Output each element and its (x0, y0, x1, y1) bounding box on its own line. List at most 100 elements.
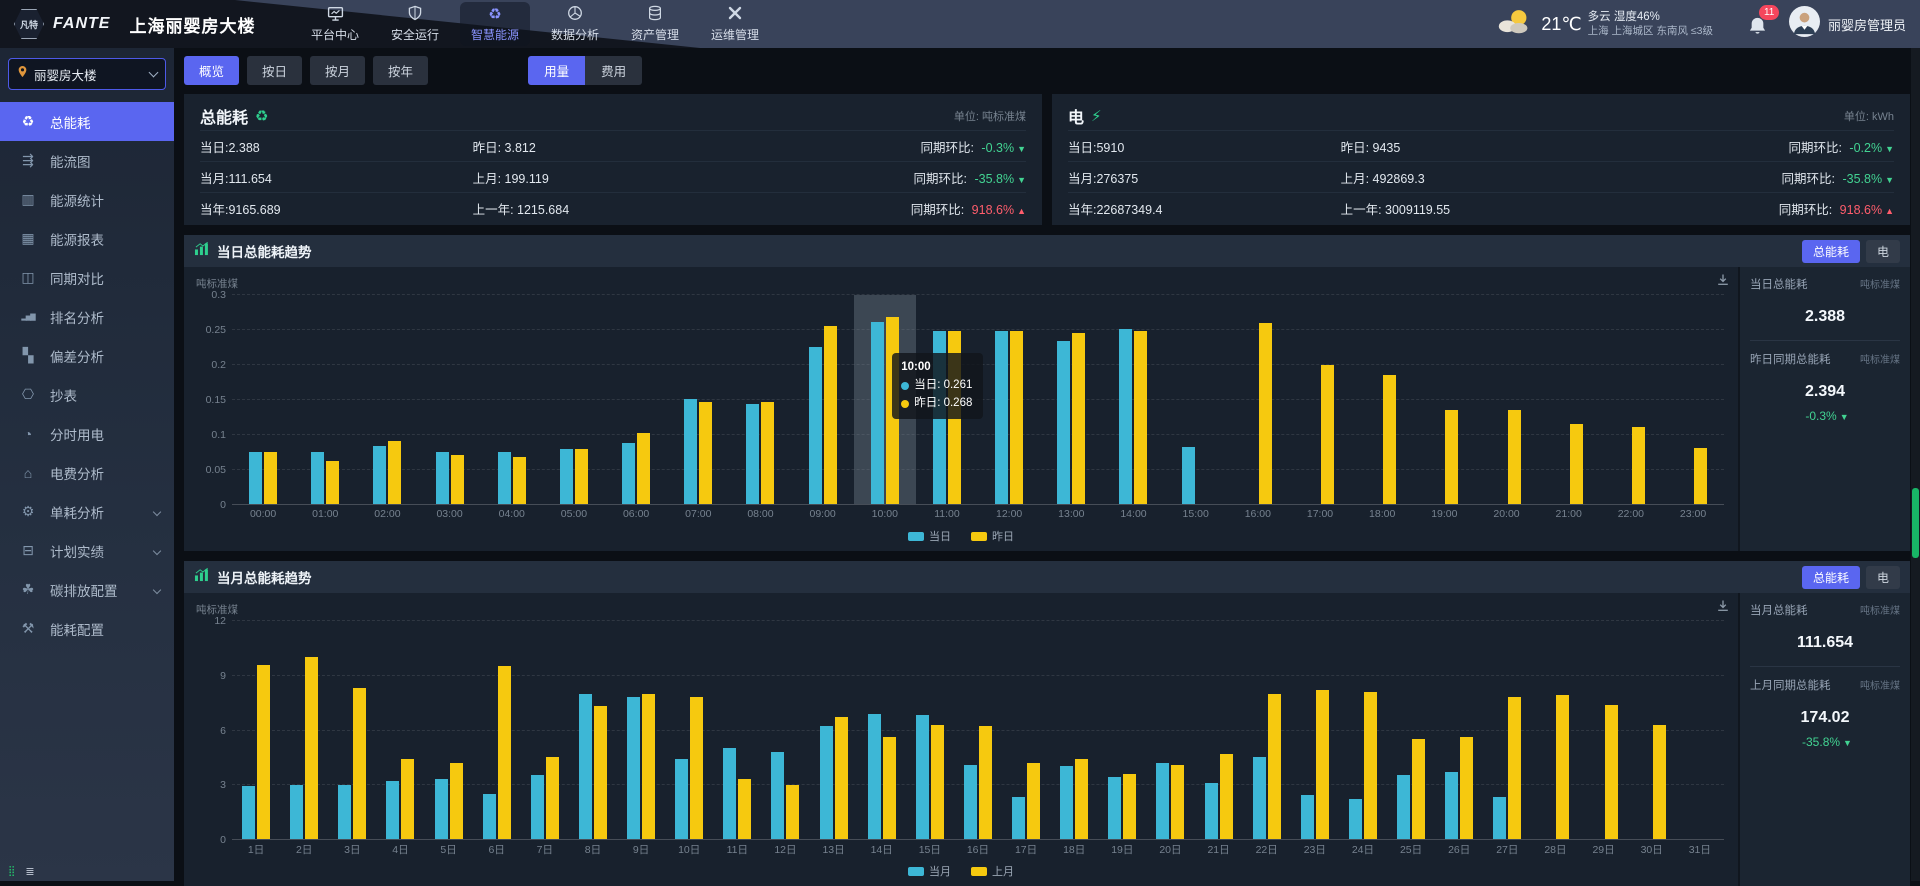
nav-item-6[interactable]: 运维管理 (700, 2, 770, 46)
bar-当日[interactable] (809, 347, 822, 504)
grid-dots-icon[interactable]: ⣿ (8, 866, 15, 877)
bar-group-31日[interactable] (1676, 621, 1724, 839)
bar-group-30日[interactable] (1628, 621, 1676, 839)
bar-group-18:00[interactable] (1351, 295, 1413, 504)
bar-上月[interactable] (450, 763, 463, 839)
bar-昨日[interactable] (699, 402, 712, 504)
nav-item-3[interactable]: ♻智慧能源 (460, 2, 530, 46)
bar-当月[interactable] (820, 726, 833, 839)
bar-昨日[interactable] (1072, 333, 1085, 504)
bar-group-12:00[interactable] (978, 295, 1040, 504)
bar-group-14日[interactable] (858, 621, 906, 839)
bar-当日[interactable] (1057, 341, 1070, 504)
bar-group-15:00[interactable] (1165, 295, 1227, 504)
bar-group-18日[interactable] (1050, 621, 1098, 839)
bar-当日[interactable] (622, 443, 635, 504)
sidebar-item-3[interactable]: ▥能源统计 (0, 180, 174, 219)
bar-上月[interactable] (498, 666, 511, 839)
bar-group-28日[interactable] (1531, 621, 1579, 839)
sidebar-item-9[interactable]: ◔分时用电 (0, 414, 174, 453)
bar-上月[interactable] (786, 785, 799, 840)
list-icon[interactable]: ≣ (25, 865, 34, 878)
bar-上月[interactable] (1220, 754, 1233, 839)
building-selector[interactable]: 丽婴房大楼 (8, 58, 166, 90)
bar-group-20:00[interactable] (1475, 295, 1537, 504)
bar-昨日[interactable] (1694, 448, 1707, 504)
bar-group-03:00[interactable] (419, 295, 481, 504)
bar-昨日[interactable] (326, 461, 339, 504)
bar-当月[interactable] (1445, 772, 1458, 839)
bar-上月[interactable] (401, 759, 414, 839)
chart-unit-button-电[interactable]: 电 (1866, 240, 1900, 263)
sidebar-item-8[interactable]: ⎔抄表 (0, 375, 174, 414)
bar-当月[interactable] (675, 759, 688, 839)
bar-当月[interactable] (916, 715, 929, 839)
bar-上月[interactable] (1460, 737, 1473, 839)
bar-当日[interactable] (373, 446, 386, 504)
bar-上月[interactable] (835, 717, 848, 839)
bar-当月[interactable] (242, 786, 255, 839)
bar-当日[interactable] (249, 452, 262, 504)
bar-上月[interactable] (1412, 739, 1425, 839)
bar-group-7日[interactable] (521, 621, 569, 839)
bar-当日[interactable] (995, 331, 1008, 504)
bar-上月[interactable] (931, 725, 944, 839)
bar-当月[interactable] (483, 794, 496, 839)
page-scrollbar[interactable] (1911, 48, 1920, 881)
bar-group-22日[interactable] (1243, 621, 1291, 839)
bar-当月[interactable] (1012, 797, 1025, 839)
bar-group-27日[interactable] (1483, 621, 1531, 839)
bar-group-19日[interactable] (1098, 621, 1146, 839)
bar-昨日[interactable] (1321, 365, 1334, 504)
bar-group-23日[interactable] (1291, 621, 1339, 839)
bar-当日[interactable] (311, 452, 324, 504)
bar-group-26日[interactable] (1435, 621, 1483, 839)
bar-上月[interactable] (1123, 774, 1136, 839)
sidebar-item-1[interactable]: ♻总能耗 (0, 102, 174, 141)
bar-group-10日[interactable] (665, 621, 713, 839)
bar-上月[interactable] (642, 694, 655, 839)
bar-当日[interactable] (684, 399, 697, 504)
bar-昨日[interactable] (451, 455, 464, 504)
bar-当月[interactable] (579, 694, 592, 839)
sidebar-item-14[interactable]: ⚒能耗配置 (0, 609, 174, 648)
legend-item-昨日[interactable]: 昨日 (971, 528, 1014, 544)
bar-group-9日[interactable] (617, 621, 665, 839)
bar-group-09:00[interactable] (792, 295, 854, 504)
bar-上月[interactable] (738, 779, 751, 839)
mode-tab-用量[interactable]: 用量 (528, 56, 585, 85)
bar-group-16:00[interactable] (1227, 295, 1289, 504)
nav-item-5[interactable]: 资产管理 (620, 2, 690, 46)
bar-昨日[interactable] (1508, 410, 1521, 504)
bar-group-24日[interactable] (1339, 621, 1387, 839)
sidebar-item-7[interactable]: ▚偏差分析 (0, 336, 174, 375)
bar-当月[interactable] (1349, 799, 1362, 839)
bar-group-22:00[interactable] (1600, 295, 1662, 504)
bar-当月[interactable] (1205, 783, 1218, 839)
bar-group-06:00[interactable] (605, 295, 667, 504)
bar-上月[interactable] (690, 697, 703, 839)
bar-上月[interactable] (305, 657, 318, 839)
bar-上月[interactable] (1316, 690, 1329, 839)
nav-item-1[interactable]: 平台中心 (300, 2, 370, 46)
bar-group-16日[interactable] (954, 621, 1002, 839)
bar-group-23:00[interactable] (1662, 295, 1724, 504)
bar-group-6日[interactable] (473, 621, 521, 839)
bar-昨日[interactable] (264, 452, 277, 504)
view-tab-按月[interactable]: 按月 (310, 56, 365, 85)
bar-昨日[interactable] (1445, 410, 1458, 504)
bar-当月[interactable] (1253, 757, 1266, 839)
bar-昨日[interactable] (1134, 331, 1147, 504)
bar-当日[interactable] (871, 322, 884, 504)
bar-上月[interactable] (1171, 765, 1184, 839)
bar-当月[interactable] (1493, 797, 1506, 839)
bar-group-25日[interactable] (1387, 621, 1435, 839)
bar-当月[interactable] (435, 779, 448, 839)
bar-当月[interactable] (771, 752, 784, 839)
bar-昨日[interactable] (1383, 375, 1396, 504)
bar-group-11日[interactable] (713, 621, 761, 839)
bar-group-17:00[interactable] (1289, 295, 1351, 504)
view-tab-概览[interactable]: 概览 (184, 56, 239, 85)
bar-当月[interactable] (1397, 775, 1410, 839)
nav-item-4[interactable]: 数据分析 (540, 2, 610, 46)
